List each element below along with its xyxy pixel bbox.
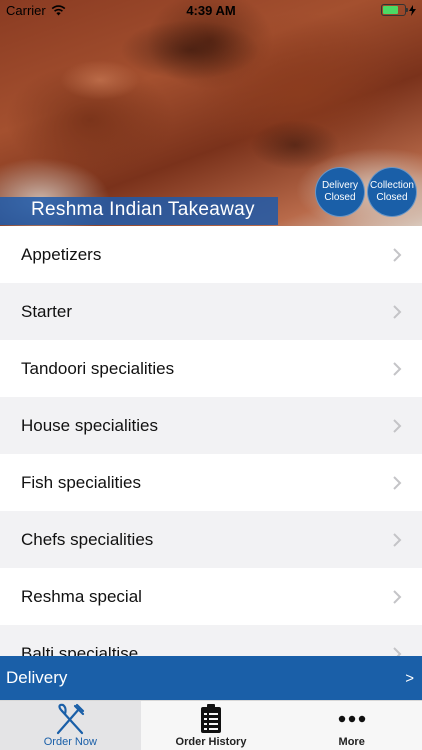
menu-category-label: Starter bbox=[21, 301, 73, 321]
chevron-right-icon bbox=[393, 646, 402, 656]
charging-bolt-icon bbox=[409, 4, 416, 16]
menu-category-label: Fish specialities bbox=[21, 472, 141, 492]
delivery-mode-bar[interactable]: Delivery > bbox=[0, 656, 422, 700]
battery-icon bbox=[381, 4, 408, 16]
menu-category-house[interactable]: House specialities bbox=[0, 397, 422, 454]
delivery-status-line1: Delivery bbox=[321, 180, 359, 191]
tab-label: Order Now bbox=[43, 736, 97, 748]
menu-category-fish[interactable]: Fish specialities bbox=[0, 454, 422, 511]
chevron-right-icon bbox=[393, 361, 402, 376]
tab-label: Order History bbox=[175, 736, 247, 748]
tab-bar: Order Now Order History More bbox=[0, 700, 422, 750]
hero-image-shade bbox=[250, 120, 340, 170]
collection-status-badge: Collection Closed bbox=[367, 167, 417, 217]
menu-category-label: Appetizers bbox=[21, 244, 102, 264]
menu-category-chefs[interactable]: Chefs specialities bbox=[0, 511, 422, 568]
status-bar: Carrier 4:39 AM bbox=[0, 0, 422, 22]
chevron-right-icon bbox=[393, 532, 402, 547]
delivery-status-badge: Delivery Closed bbox=[315, 167, 365, 217]
status-time: 4:39 AM bbox=[186, 3, 236, 18]
chevron-right-icon bbox=[393, 589, 402, 604]
tab-more[interactable]: More bbox=[281, 701, 422, 750]
delivery-status-line2: Closed bbox=[324, 192, 356, 203]
tab-order-now[interactable]: Order Now bbox=[0, 701, 141, 750]
hero-image-shade bbox=[120, 20, 260, 80]
menu-category-starter[interactable]: Starter bbox=[0, 283, 422, 340]
menu-category-appetizers[interactable]: Appetizers bbox=[0, 226, 422, 283]
hero-image-highlight bbox=[60, 60, 140, 100]
menu-category-list[interactable]: Appetizers Starter Tandoori specialities… bbox=[0, 226, 422, 656]
menu-category-label: House specialities bbox=[21, 415, 159, 435]
more-dots-icon bbox=[338, 715, 365, 723]
restaurant-name-bar: Reshma Indian Takeaway bbox=[0, 197, 278, 225]
chevron-right-icon bbox=[393, 475, 402, 490]
tab-order-history[interactable]: Order History bbox=[141, 701, 282, 750]
menu-category-reshma-special[interactable]: Reshma special bbox=[0, 568, 422, 625]
collection-status-line1: Collection bbox=[370, 180, 414, 191]
tab-label: More bbox=[338, 736, 365, 748]
clipboard-list-icon bbox=[201, 704, 221, 733]
chevron-right-icon bbox=[393, 418, 402, 433]
menu-category-balti[interactable]: Balti specialtise bbox=[0, 625, 422, 656]
battery-level bbox=[383, 6, 398, 14]
collection-status-line2: Closed bbox=[376, 192, 408, 203]
chevron-right-icon: > bbox=[405, 669, 414, 687]
chevron-right-icon bbox=[393, 304, 402, 319]
menu-category-label: Balti specialtise bbox=[21, 643, 139, 657]
status-right bbox=[381, 4, 416, 16]
menu-category-tandoori[interactable]: Tandoori specialities bbox=[0, 340, 422, 397]
restaurant-name: Reshma Indian Takeaway bbox=[31, 199, 255, 220]
fork-knife-icon bbox=[57, 703, 85, 735]
menu-category-label: Tandoori specialities bbox=[21, 358, 175, 378]
chevron-right-icon bbox=[393, 247, 402, 262]
delivery-mode-label: Delivery bbox=[6, 668, 68, 687]
menu-category-label: Reshma special bbox=[21, 586, 142, 606]
menu-category-label: Chefs specialities bbox=[21, 529, 154, 549]
